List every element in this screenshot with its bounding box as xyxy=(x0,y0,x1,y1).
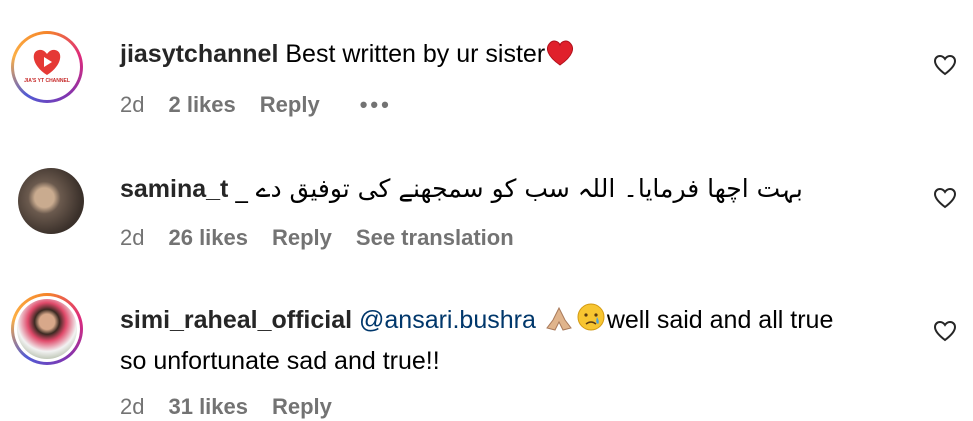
more-options-icon[interactable]: ••• xyxy=(360,92,392,118)
timestamp: 2d xyxy=(120,225,145,250)
username[interactable]: samina_t xyxy=(120,175,228,203)
svg-text:JIA'S YT CHANNEL: JIA'S YT CHANNEL xyxy=(24,78,70,84)
comment-body: jiasytchannel Best written by ur sister xyxy=(120,36,910,77)
avatar-jiasytchannel[interactable]: JIA'S YT CHANNEL xyxy=(11,31,83,103)
comment-text-line-1: well said and all true xyxy=(606,306,834,334)
samina_t-photo xyxy=(18,168,84,234)
avatar-samina_t[interactable] xyxy=(18,168,84,234)
red-heart-icon xyxy=(545,40,575,77)
username[interactable]: jiasytchannel xyxy=(120,40,278,68)
crying-face-icon xyxy=(575,302,607,343)
heart-outline-icon[interactable] xyxy=(933,186,957,210)
comment-text-line-2: so unfortunate sad and true!! xyxy=(120,347,440,375)
username[interactable]: simi_raheal_official xyxy=(120,306,352,334)
timestamp: 2d xyxy=(120,394,145,419)
comment-body: samina_t بہت اچھا فرمایا۔ اللہ سب کو سمج… xyxy=(120,170,910,208)
likes-count[interactable]: 31 likes xyxy=(168,394,248,420)
mention-link[interactable]: @ansari.bushra xyxy=(359,306,536,334)
see-translation-button[interactable]: See translation xyxy=(356,225,514,251)
likes-count[interactable]: 2 likes xyxy=(168,92,235,118)
comment-text: بہت اچھا فرمایا۔ اللہ سب کو سمجھنے کی تو… xyxy=(235,174,803,203)
reply-button[interactable]: Reply xyxy=(272,225,332,251)
heart-outline-icon[interactable] xyxy=(933,319,957,343)
comment-body: simi_raheal_official @ansari.bushra well… xyxy=(120,302,910,380)
heart-outline-icon[interactable] xyxy=(933,53,957,77)
reply-button[interactable]: Reply xyxy=(272,394,332,420)
likes-count[interactable]: 26 likes xyxy=(168,225,248,251)
timestamp: 2d xyxy=(120,92,145,117)
avatar-simi_raheal_official[interactable] xyxy=(11,293,83,365)
reply-button[interactable]: Reply xyxy=(260,92,320,118)
comment-meta: 2d 31 likes Reply xyxy=(120,394,356,420)
jiasytchannel-logo: JIA'S YT CHANNEL xyxy=(17,37,77,97)
comment-text: Best written by ur sister xyxy=(285,40,546,68)
simi_raheal_official-photo xyxy=(17,299,77,359)
comment-meta: 2d 2 likes Reply ••• xyxy=(120,92,416,118)
folded-hands-icon xyxy=(543,304,575,343)
comment-meta: 2d 26 likes Reply See translation xyxy=(120,225,538,251)
